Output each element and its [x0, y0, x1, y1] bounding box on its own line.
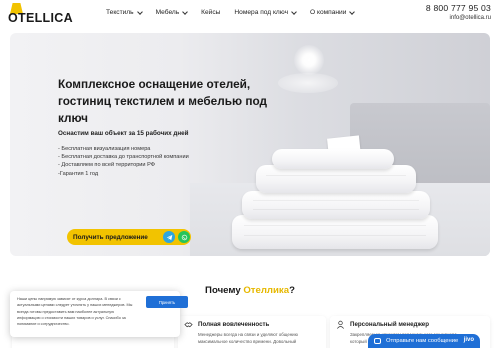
- cta-label: Получить предложение: [73, 233, 148, 241]
- logo[interactable]: OTELLICA: [8, 3, 73, 27]
- chevron-down-icon: [349, 8, 356, 15]
- handshake-icon: [184, 322, 193, 328]
- towel-image: [256, 165, 416, 193]
- towel-image: [272, 149, 394, 169]
- header-contacts: 8 800 777 95 03 info@otellica.ru: [426, 3, 491, 21]
- hero-title: Комплексное оснащение отелей, гостиниц т…: [58, 77, 268, 125]
- chat-bubble-icon: [374, 338, 381, 344]
- list-item: -Гарантия 1 год: [58, 170, 99, 177]
- manager-icon: [337, 320, 344, 329]
- hero-benefits-list: - Бесплатная визуализация номера - Беспл…: [58, 145, 189, 178]
- title-prefix: Почему: [205, 285, 244, 296]
- list-item: - Доставляем по всей территории РФ: [58, 162, 156, 169]
- nav-item-turnkey-rooms[interactable]: Номера под ключ: [234, 8, 297, 16]
- get-offer-button[interactable]: Получить предложение: [67, 229, 191, 245]
- feature-text: Менеджеры всегда на связи и уделяют обще…: [198, 332, 298, 344]
- list-item: - Бесплатная доставка до транспортной ко…: [58, 154, 189, 161]
- ceiling-light-image: [294, 45, 324, 75]
- email-link[interactable]: info@otellica.ru: [426, 15, 491, 21]
- chevron-down-icon: [182, 8, 189, 15]
- whatsapp-icon[interactable]: [178, 231, 190, 243]
- nav-label: Номера под ключ: [234, 9, 289, 16]
- feature-title: Полная вовлеченность: [198, 321, 270, 328]
- notice-text: Наши цены напрямую зависят от курса долл…: [17, 297, 133, 327]
- logo-text: OTELLICA: [8, 11, 73, 25]
- jivo-logo: jivo: [463, 337, 474, 343]
- nav-label: Текстиль: [106, 9, 134, 16]
- chat-label: Отправьте нам сообщение: [386, 338, 459, 344]
- title-brand: Отеллика: [243, 285, 290, 296]
- chat-widget-button[interactable]: Отправьте нам сообщение jivo: [368, 334, 480, 348]
- nav-label: Мебель: [155, 9, 180, 16]
- site-header: OTELLICA Текстиль Мебель Кейсы Номера по…: [0, 0, 500, 30]
- main-nav: Текстиль Мебель Кейсы Номера под ключ О …: [106, 8, 368, 16]
- list-item: - Бесплатная визуализация номера: [58, 146, 151, 152]
- nav-label: Кейсы: [201, 9, 221, 16]
- feature-card: Полная вовлеченность Менеджеры всегда на…: [178, 316, 326, 348]
- chevron-down-icon: [136, 8, 143, 15]
- hero-banner: Комплексное оснащение отелей, гостиниц т…: [10, 33, 490, 256]
- nav-item-cases[interactable]: Кейсы: [201, 9, 220, 16]
- towel-image: [232, 215, 438, 249]
- accept-button[interactable]: Принять: [146, 296, 188, 308]
- nav-item-furniture[interactable]: Мебель: [155, 8, 189, 16]
- nav-item-textile[interactable]: Текстиль: [106, 8, 143, 16]
- feature-title: Персональный менеджер: [350, 321, 429, 328]
- nav-label: О компании: [310, 9, 347, 16]
- nav-item-about[interactable]: О компании: [310, 8, 356, 16]
- title-suffix: ?: [289, 285, 295, 296]
- chevron-down-icon: [291, 8, 297, 15]
- phone-link[interactable]: 8 800 777 95 03: [426, 3, 491, 13]
- price-notice-banner: Наши цены напрямую зависят от курса долл…: [10, 291, 188, 337]
- telegram-icon[interactable]: [163, 231, 175, 243]
- hero-subtitle: Оснастим ваш объект за 15 рабочих дней: [58, 130, 189, 137]
- towel-image: [242, 191, 430, 219]
